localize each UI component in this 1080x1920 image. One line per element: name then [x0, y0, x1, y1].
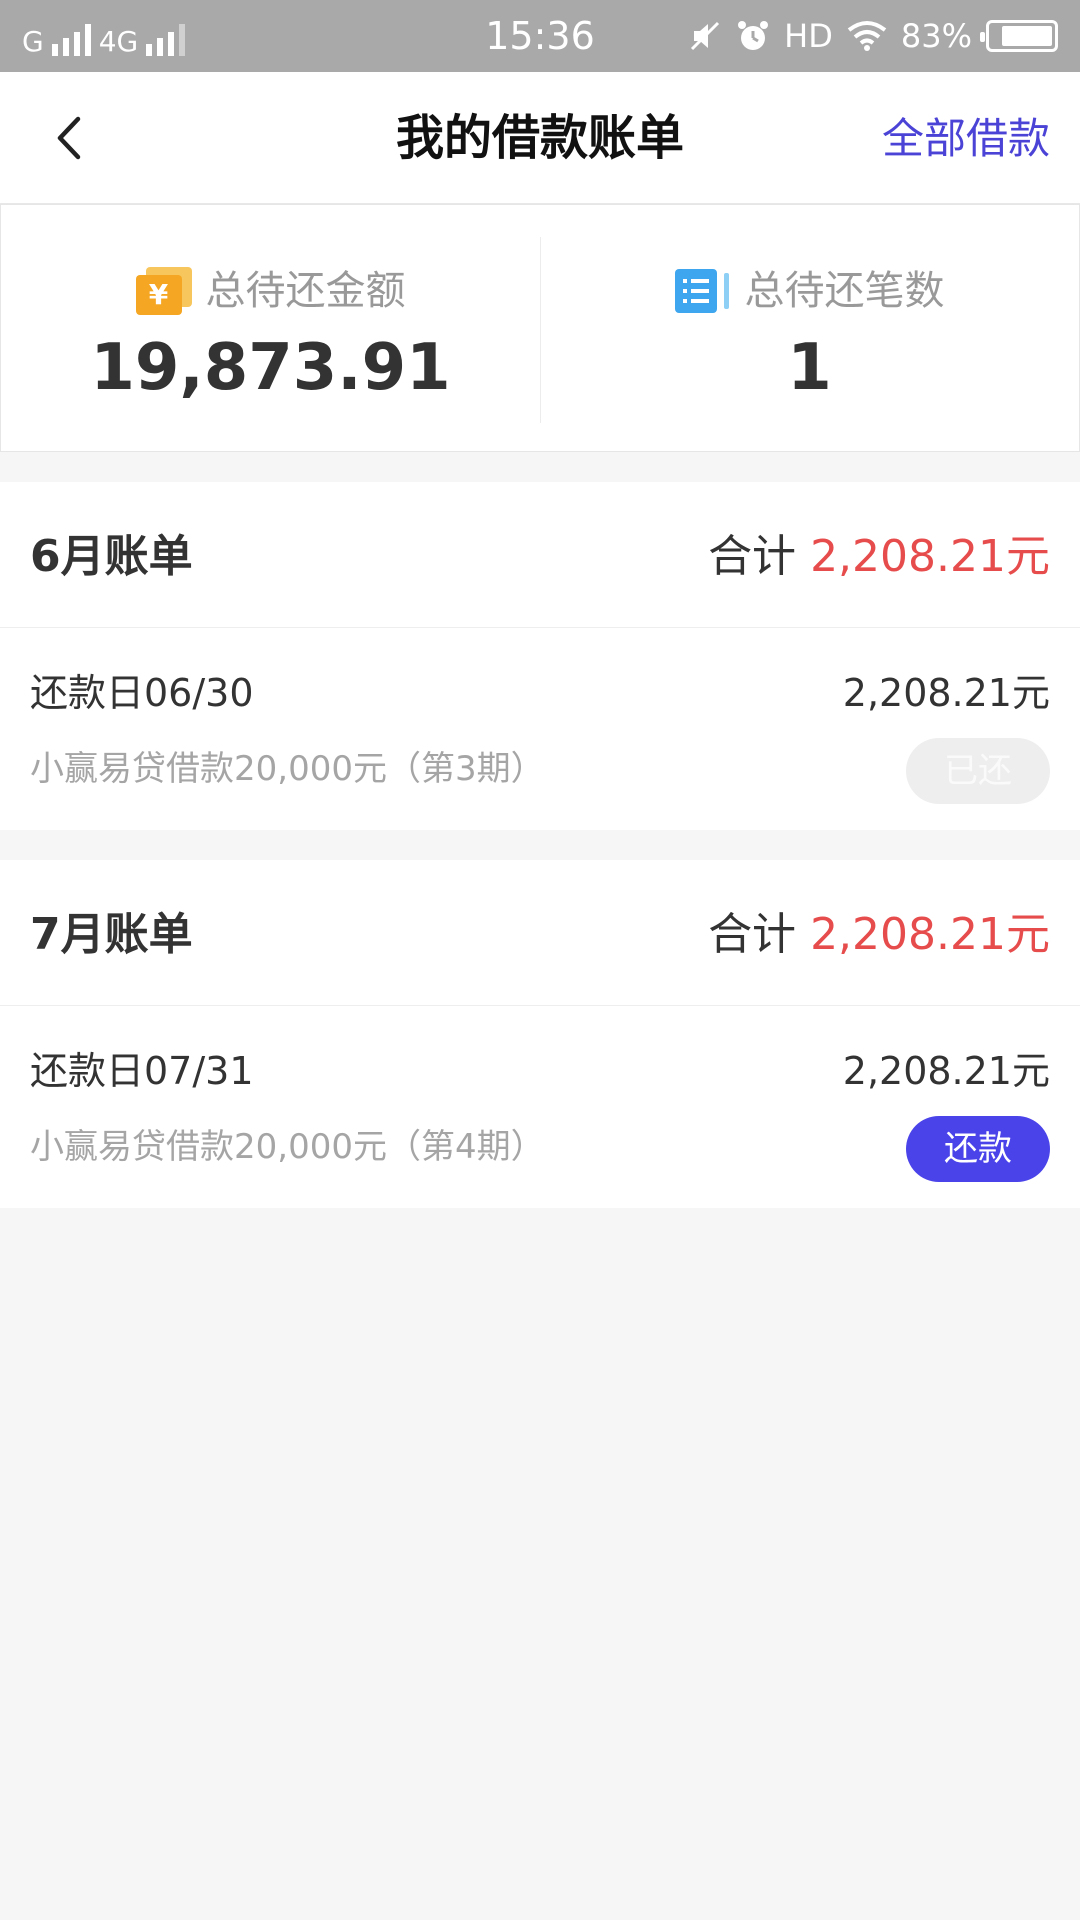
repay-button[interactable]: 还款	[906, 1116, 1050, 1182]
paid-badge: 已还	[906, 738, 1050, 804]
bill-header: 6月账单 合计 2,208.21元	[0, 482, 1080, 628]
bill-item[interactable]: 还款日07/31 2,208.21元 小赢易贷借款20,000元（第4期） 还款	[0, 1006, 1080, 1208]
total-amount-value: 19,873.91	[90, 331, 451, 405]
item-amount: 2,208.21元	[842, 1049, 1050, 1093]
status-bar: G 4G 15:36 HD 83%	[0, 0, 1080, 72]
bill-header: 7月账单 合计 2,208.21元	[0, 860, 1080, 1006]
bill-item[interactable]: 还款日06/30 2,208.21元 小赢易贷借款20,000元（第3期） 已还	[0, 628, 1080, 830]
loan-description: 小赢易贷借款20,000元（第4期）	[30, 1127, 545, 1167]
bill-month-title: 6月账单	[30, 531, 193, 582]
item-amount: 2,208.21元	[842, 671, 1050, 715]
list-doc-icon	[674, 267, 731, 315]
due-date: 还款日07/31	[30, 1049, 254, 1093]
bill-total: 合计 2,208.21元	[708, 530, 1050, 584]
bill-total-amount: 2,208.21元	[810, 531, 1050, 582]
summary-card: ¥ 总待还金额 19,873.91 总待还笔数 1	[0, 204, 1080, 452]
bill-total-label: 合计	[708, 909, 797, 960]
due-date: 还款日06/30	[30, 671, 254, 715]
total-count-panel: 总待还笔数 1	[540, 205, 1079, 451]
alarm-icon	[738, 21, 769, 50]
bill-section-july: 7月账单 合计 2,208.21元 还款日07/31 2,208.21元 小赢易贷…	[0, 860, 1080, 1208]
total-count-label: 总待还笔数	[744, 268, 945, 314]
total-amount-panel: ¥ 总待还金额 19,873.91	[1, 205, 540, 451]
total-count-value: 1	[787, 331, 832, 405]
battery-percent: 83%	[900, 17, 972, 55]
bill-section-june: 6月账单 合计 2,208.21元 还款日06/30 2,208.21元 小赢易贷…	[0, 482, 1080, 830]
all-loans-link[interactable]: 全部借款	[882, 110, 1050, 168]
yuan-coin-icon: ¥	[135, 267, 192, 315]
bill-month-title: 7月账单	[30, 909, 193, 960]
nav-bar: 我的借款账单 全部借款	[0, 72, 1080, 204]
total-amount-label: 总待还金额	[205, 268, 406, 314]
bill-total: 合计 2,208.21元	[708, 908, 1050, 962]
hd-label: HD	[784, 17, 833, 55]
bill-total-amount: 2,208.21元	[810, 909, 1050, 960]
battery-icon	[980, 20, 1058, 52]
bill-total-label: 合计	[708, 531, 797, 582]
loan-description: 小赢易贷借款20,000元（第3期）	[30, 749, 545, 789]
wifi-icon	[847, 21, 887, 51]
status-icons: HD 83%	[688, 16, 1058, 56]
mute-icon	[691, 21, 720, 51]
